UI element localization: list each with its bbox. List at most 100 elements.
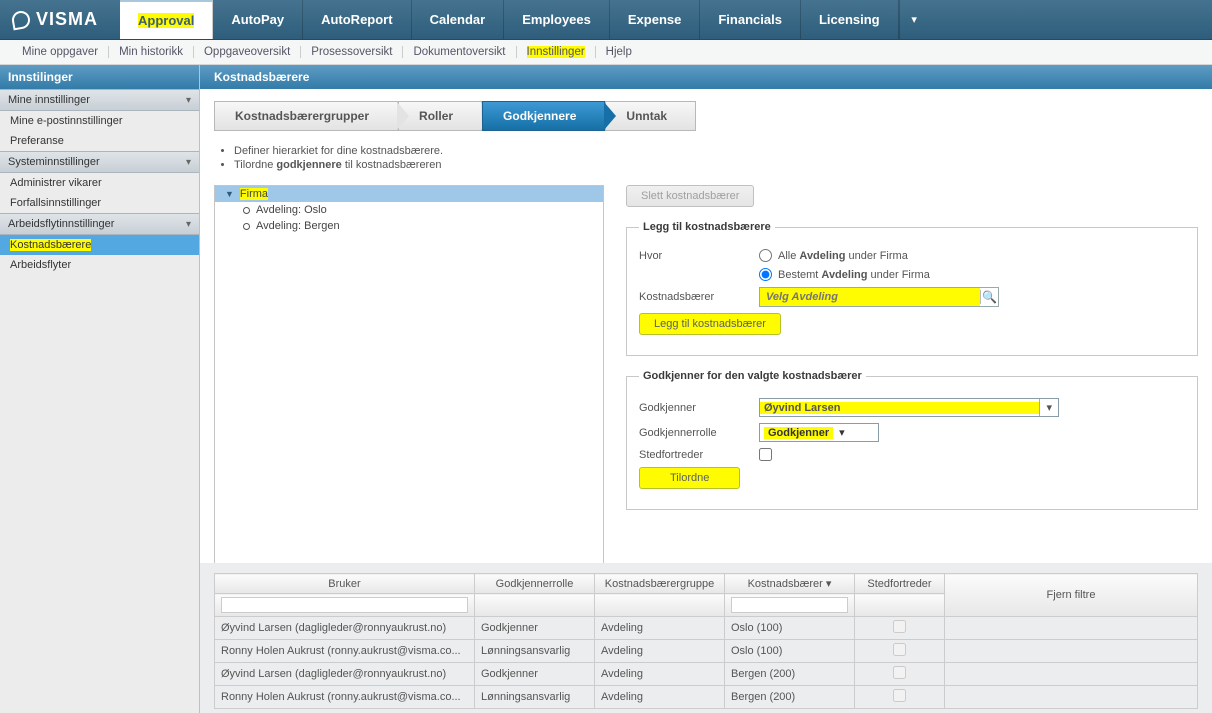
subnav-prosessoversikt[interactable]: Prosessoversikt — [301, 46, 403, 58]
sidebar-link-forfall[interactable]: Forfallsinnstillinger — [0, 193, 199, 213]
approver-grid: Bruker Godkjennerrolle Kostnadsbærergrup… — [214, 573, 1198, 709]
cost-carrier-tree[interactable]: ▼ Firma Avdeling: Oslo Avdeling: Bergen — [214, 185, 604, 563]
label-godkjennerrolle: Godkjennerrolle — [639, 427, 759, 439]
grid-header-row: Bruker Godkjennerrolle Kostnadsbærergrup… — [215, 574, 1198, 594]
nav-licensing[interactable]: Licensing — [801, 0, 899, 39]
cell-empty — [945, 640, 1198, 663]
nav-autoreport[interactable]: AutoReport — [303, 0, 412, 39]
role-value[interactable]: Godkjenner — [764, 427, 833, 439]
approver-value[interactable]: Øyvind Larsen — [760, 402, 1039, 414]
sidebar-title: Innstilinger — [0, 65, 199, 89]
label-godkjenner: Godkjenner — [639, 402, 759, 414]
subnav-oppgaveoversikt[interactable]: Oppgaveoversikt — [194, 46, 301, 58]
col-kostnadsbaerer[interactable]: Kostnadsbærer ▾ — [725, 574, 855, 594]
col-rolle[interactable]: Godkjennerrolle — [475, 574, 595, 594]
cell-user: Øyvind Larsen (dagligleder@ronnyaukrust.… — [215, 617, 475, 640]
cell-role: Lønningsansvarlig — [475, 640, 595, 663]
tree-node-oslo[interactable]: Avdeling: Oslo — [215, 202, 603, 218]
nav-employees[interactable]: Employees — [504, 0, 610, 39]
tree-node-label: Avdeling: Oslo — [256, 204, 327, 216]
nav-approval[interactable]: Approval — [120, 0, 213, 39]
label-kostnadsbaerer: Kostnadsbærer — [639, 291, 759, 303]
brand-text: VISMA — [36, 9, 98, 30]
visma-icon — [11, 9, 32, 30]
circle-icon — [243, 207, 250, 214]
tree-node-root[interactable]: ▼ Firma — [215, 186, 603, 202]
instruction-list: Definer hierarkiet for dine kostnadsbære… — [234, 145, 1198, 171]
nav-more-dropdown[interactable]: ▾ — [899, 0, 929, 39]
sidebar-link-kostnadsbaerere[interactable]: Kostnadsbærere — [0, 235, 199, 255]
nav-expense[interactable]: Expense — [610, 0, 700, 39]
cell-deputy-checkbox — [893, 620, 906, 633]
instruction-item: Definer hierarkiet for dine kostnadsbære… — [234, 145, 1198, 157]
cell-group: Avdeling — [595, 686, 725, 709]
main: Kostnadsbærere Kostnadsbærergrupper Roll… — [200, 65, 1212, 713]
subnav-dokumentoversikt[interactable]: Dokumentoversikt — [403, 46, 516, 58]
brand-logo: VISMA — [0, 0, 120, 39]
step-tabs: Kostnadsbærergrupper Roller Godkjennere … — [214, 101, 1198, 131]
subnav-hjelp[interactable]: Hjelp — [596, 46, 642, 58]
table-row[interactable]: Øyvind Larsen (dagligleder@ronnyaukrust.… — [215, 663, 1198, 686]
nav-autopay[interactable]: AutoPay — [213, 0, 303, 39]
cell-group: Avdeling — [595, 617, 725, 640]
filter-kostnadsbaerer[interactable] — [731, 597, 848, 613]
radio-all-avdeling[interactable]: Alle Avdeling under Firma — [759, 249, 908, 262]
tree-node-bergen[interactable]: Avdeling: Bergen — [215, 218, 603, 234]
approver-fieldset: Godkjenner for den valgte kostnadsbærer … — [626, 370, 1198, 510]
table-row[interactable]: Ronny Holen Aukrust (ronny.aukrust@visma… — [215, 686, 1198, 709]
cell-cost: Bergen (200) — [725, 663, 855, 686]
add-cost-carrier-button[interactable]: Legg til kostnadsbærer — [639, 313, 781, 335]
cell-deputy-checkbox — [893, 643, 906, 656]
sort-icon: ▾ — [826, 578, 832, 590]
top-nav: VISMA Approval AutoPay AutoReport Calend… — [0, 0, 1212, 40]
subnav-mine-oppgaver[interactable]: Mine oppgaver — [12, 46, 109, 58]
sub-nav: Mine oppgaver Min historikk Oppgaveovers… — [0, 40, 1212, 65]
sidebar-link-arbeidsflyter[interactable]: Arbeidsflyter — [0, 255, 199, 275]
col-gruppe[interactable]: Kostnadsbærergruppe — [595, 574, 725, 594]
clear-filters-button[interactable]: Fjern filtre — [945, 574, 1198, 617]
tab-grupper[interactable]: Kostnadsbærergrupper — [214, 101, 398, 131]
tab-godkjennere[interactable]: Godkjennere — [482, 101, 605, 131]
cell-empty — [945, 686, 1198, 709]
fieldset-legend: Legg til kostnadsbærere — [639, 221, 775, 233]
dropdown-icon[interactable]: ▾ — [839, 426, 845, 439]
sidebar-link-preferanse[interactable]: Preferanse — [0, 131, 199, 151]
sidebar-link-vikarer[interactable]: Administrer vikarer — [0, 173, 199, 193]
tree-node-label: Avdeling: Bergen — [256, 220, 340, 232]
filter-bruker[interactable] — [221, 597, 468, 613]
sidebar-section-arbeidsflyt[interactable]: Arbeidsflytinnstillinger ▾ — [0, 213, 199, 235]
cell-deputy-checkbox — [893, 666, 906, 679]
radio-input[interactable] — [759, 249, 772, 262]
avdeling-search-input[interactable] — [760, 288, 980, 306]
sidebar-section-mine[interactable]: Mine innstillinger ▾ — [0, 89, 199, 111]
subnav-min-historikk[interactable]: Min historikk — [109, 46, 194, 58]
sidebar-link-epost[interactable]: Mine e-postinnstillinger — [0, 111, 199, 131]
radio-input[interactable] — [759, 268, 772, 281]
cell-deputy-checkbox — [893, 689, 906, 702]
radio-bestemt-avdeling[interactable]: Bestemt Avdeling under Firma — [759, 268, 930, 281]
deputy-checkbox[interactable] — [759, 448, 772, 461]
table-row[interactable]: Ronny Holen Aukrust (ronny.aukrust@visma… — [215, 640, 1198, 663]
nav-financials[interactable]: Financials — [700, 0, 801, 39]
subnav-innstillinger[interactable]: Innstillinger — [517, 46, 596, 58]
cell-role: Godkjenner — [475, 663, 595, 686]
sidebar-section-label: Systeminnstillinger — [8, 156, 100, 168]
cell-empty — [945, 663, 1198, 686]
col-stedfortreder[interactable]: Stedfortreder — [855, 574, 945, 594]
dropdown-icon[interactable]: ▾ — [1039, 399, 1058, 416]
chevron-down-icon: ▾ — [186, 157, 191, 168]
tab-roller[interactable]: Roller — [398, 101, 482, 131]
sidebar-section-system[interactable]: Systeminnstillinger ▾ — [0, 151, 199, 173]
delete-cost-carrier-button[interactable]: Slett kostnadsbærer — [626, 185, 754, 207]
tab-unntak[interactable]: Unntak — [605, 101, 696, 131]
label-stedfortreder: Stedfortreder — [639, 449, 759, 461]
cell-user: Ronny Holen Aukrust (ronny.aukrust@visma… — [215, 686, 475, 709]
assign-button[interactable]: Tilordne — [639, 467, 740, 489]
nav-calendar[interactable]: Calendar — [412, 0, 505, 39]
sidebar-section-label: Mine innstillinger — [8, 94, 90, 106]
col-bruker[interactable]: Bruker — [215, 574, 475, 594]
search-icon[interactable]: 🔍 — [980, 290, 998, 304]
radio-label: Bestemt Avdeling under Firma — [778, 269, 930, 281]
table-row[interactable]: Øyvind Larsen (dagligleder@ronnyaukrust.… — [215, 617, 1198, 640]
avdeling-search[interactable]: 🔍 — [759, 287, 999, 307]
